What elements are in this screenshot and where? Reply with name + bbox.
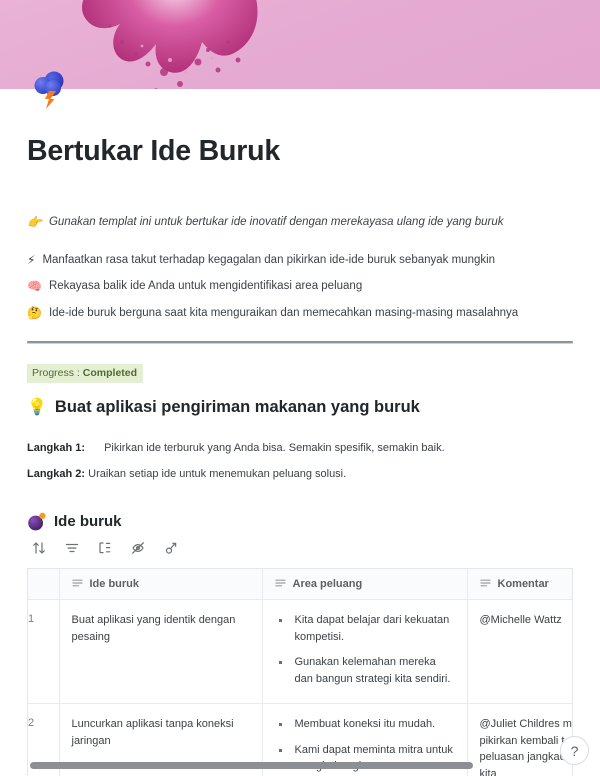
column-header-label: Komentar bbox=[497, 577, 549, 590]
list-item: Kita dapat belajar dari kekuatan kompeti… bbox=[277, 612, 457, 645]
list-toolbar bbox=[27, 541, 573, 556]
page-icon[interactable] bbox=[30, 68, 74, 110]
cell-idea[interactable]: Buat aplikasi yang identik dengan pesain… bbox=[59, 599, 263, 705]
text-lines-icon bbox=[479, 578, 491, 589]
table-header-row: Ide buruk Area peluang Komentar bbox=[28, 568, 572, 601]
intro-line: 👉 Gunakan templat ini untuk bertukar ide… bbox=[27, 215, 573, 231]
intro-text: Gunakan templat ini untuk bertukar ide i… bbox=[48, 216, 504, 229]
column-header-area[interactable]: Area peluang bbox=[262, 568, 468, 601]
cell-area[interactable]: Kita dapat belajar dari kekuatan kompeti… bbox=[262, 599, 468, 705]
ink-splash-graphic bbox=[52, 0, 302, 89]
comment-line: pikirkan kembali t bbox=[479, 734, 565, 747]
section-heading: 💡 Buat aplikasi pengiriman makanan yang … bbox=[27, 397, 573, 417]
help-button[interactable]: ? bbox=[560, 736, 589, 765]
column-header-idea[interactable]: Ide buruk bbox=[59, 568, 263, 601]
intro-bullet-list: ⚡ Manfaatkan rasa takut terhadap kegagal… bbox=[27, 253, 573, 322]
lightning-emoji-icon: ⚡ bbox=[27, 252, 36, 267]
bullet-text: Ide-ide buruk berguna saat kita mengurai… bbox=[48, 306, 519, 319]
badge-prefix: Progress : bbox=[32, 367, 83, 380]
comment-line: @Juliet Childres m bbox=[479, 718, 572, 731]
filter-icon[interactable] bbox=[64, 541, 79, 556]
brain-emoji-icon: 🧠 bbox=[27, 279, 42, 294]
bullet-text: Manfaatkan rasa takut terhadap kegagalan… bbox=[42, 253, 496, 266]
comment-line: peluasan jangkaua bbox=[479, 751, 572, 764]
column-header-comment[interactable]: Komentar bbox=[467, 568, 572, 601]
step-row: Langkah 1: Pikirkan ide terburuk yang And… bbox=[27, 441, 573, 456]
badge-value: Completed bbox=[82, 367, 138, 380]
progress-badge-wrap: Progress : Completed bbox=[27, 363, 573, 383]
steps-list: Langkah 1: Pikirkan ide terburuk yang And… bbox=[27, 441, 573, 482]
column-header-label: Area peluang bbox=[292, 577, 363, 590]
bullet-item: ⚡ Manfaatkan rasa takut terhadap kegagal… bbox=[27, 253, 573, 269]
page-title: Bertukar Ide Buruk bbox=[27, 135, 280, 167]
pointing-right-emoji-icon: 👉 bbox=[27, 215, 42, 230]
thinking-face-emoji-icon: 🤔 bbox=[27, 305, 42, 320]
sort-icon[interactable] bbox=[31, 541, 46, 556]
cell-comment[interactable]: @Michelle Wattz bbox=[467, 599, 572, 705]
text-lines-icon bbox=[274, 578, 286, 589]
comment-line: kita bbox=[479, 767, 497, 776]
purple-orb-icon bbox=[27, 512, 46, 531]
step-text: Pikirkan ide terburuk yang Anda bisa. Se… bbox=[104, 442, 445, 454]
status-badge: Progress : Completed bbox=[27, 364, 144, 383]
ideas-table: Ide buruk Area peluang Komentar 1 Buat a… bbox=[27, 567, 573, 776]
bullet-item: 🤔 Ide-ide buruk berguna saat kita mengur… bbox=[27, 306, 573, 322]
row-number: 1 bbox=[28, 599, 60, 705]
horizontal-scrollbar[interactable] bbox=[30, 762, 473, 769]
column-header-label: Ide buruk bbox=[89, 577, 140, 590]
step-row: Langkah 2: Uraikan setiap ide untuk mene… bbox=[27, 467, 573, 482]
light-bulb-emoji-icon: 💡 bbox=[27, 397, 47, 416]
comment-line: @Michelle Wattz bbox=[479, 614, 562, 627]
table-row[interactable]: 1 Buat aplikasi yang identik dengan pesa… bbox=[28, 599, 572, 705]
section-heading-text: Buat aplikasi pengiriman makanan yang bu… bbox=[54, 397, 420, 416]
list-item: Gunakan kelemahan mereka dan bangun stra… bbox=[277, 654, 457, 687]
step-label: Langkah 2: bbox=[27, 467, 86, 480]
cover-image bbox=[0, 0, 600, 89]
hide-fields-icon[interactable] bbox=[130, 541, 145, 556]
page-root: Bertukar Ide Buruk 👉 Gunakan templat ini… bbox=[0, 0, 600, 776]
group-icon[interactable] bbox=[97, 541, 112, 556]
column-header-rownum bbox=[28, 568, 60, 601]
step-label: Langkah 1: bbox=[27, 442, 86, 454]
list-item: Membuat koneksi itu mudah. bbox=[277, 716, 457, 733]
bullet-text: Rekayasa balik ide Anda untuk mengidenti… bbox=[48, 280, 363, 293]
cell-comment[interactable]: @Juliet Childres m pikirkan kembali t pe… bbox=[467, 703, 572, 776]
list-block-title-text: Ide buruk bbox=[54, 512, 122, 530]
horizontal-divider bbox=[27, 341, 573, 344]
list-item: Kami dapat meminta mitra untuk menghubun… bbox=[277, 742, 457, 775]
list-block-title: Ide buruk bbox=[27, 512, 573, 531]
bullet-item: 🧠 Rekayasa balik ide Anda untuk mengiden… bbox=[27, 279, 573, 295]
step-text: Uraikan setiap ide untuk menemukan pelua… bbox=[88, 467, 347, 480]
text-lines-icon bbox=[71, 578, 83, 589]
share-flow-icon[interactable] bbox=[163, 541, 178, 556]
